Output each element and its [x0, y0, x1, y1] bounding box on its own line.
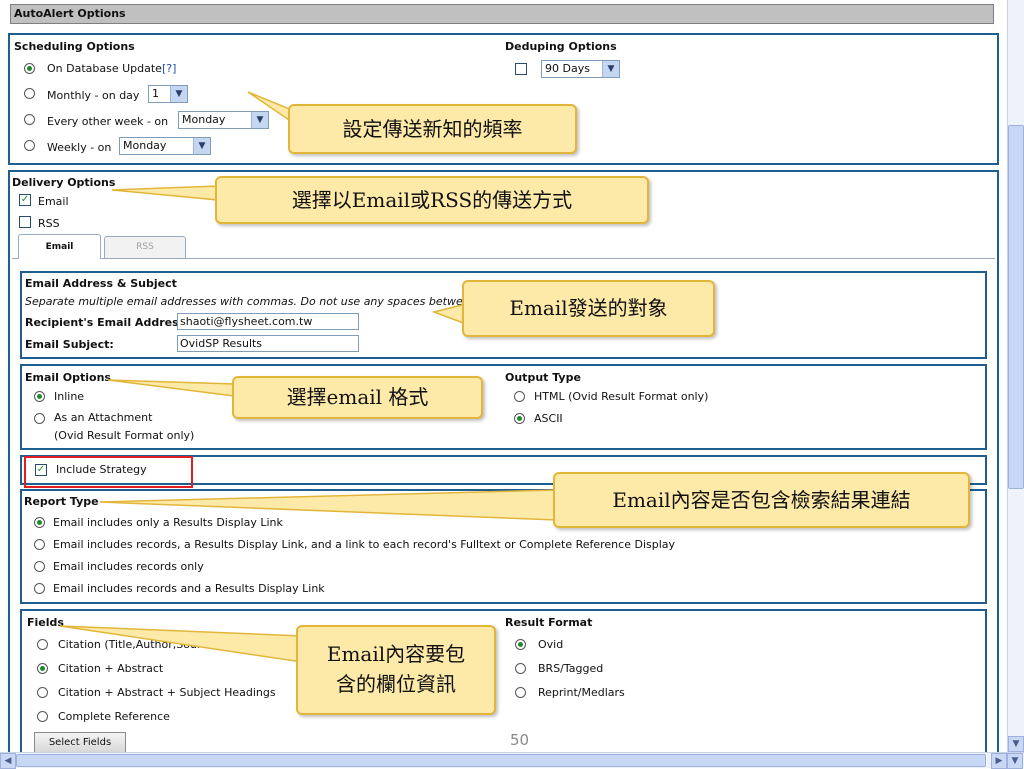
scroll-right-icon[interactable]: ▶ [991, 753, 1007, 769]
callout-frequency: 設定傳送新知的頻率 [288, 104, 577, 154]
callout-pointer-6 [59, 625, 303, 663]
horizontal-scroll-thumb[interactable] [16, 754, 986, 767]
callout-pointer-4 [107, 379, 235, 397]
callout-report-link: Email內容是否包含檢索結果連結 [553, 472, 970, 528]
vertical-scroll-thumb[interactable] [1008, 125, 1024, 489]
callout-email-format: 選擇email 格式 [232, 376, 483, 419]
callout-recipient: Email發送的對象 [462, 280, 715, 337]
callout-fields-line1: Email內容要包 [326, 642, 466, 666]
horizontal-scrollbar[interactable]: ◀ ▶ ▼ [0, 752, 1024, 769]
callout-pointer-1 [247, 91, 293, 124]
callout-fields-line2: 含的欄位資訊 [336, 672, 456, 696]
scroll-left-icon[interactable]: ◀ [0, 753, 16, 769]
scroll-down-icon[interactable]: ▼ [1008, 736, 1024, 752]
scroll-down-corner-icon[interactable]: ▼ [1007, 753, 1023, 769]
callout-pointer-2 [111, 185, 219, 201]
callout-pointer-5 [99, 489, 558, 521]
callout-fields: Email內容要包 含的欄位資訊 [296, 625, 496, 715]
page-number: 50 [510, 731, 530, 749]
vertical-scrollbar[interactable]: ▼ [1007, 0, 1024, 752]
callout-delivery: 選擇以Email或RSS的傳送方式 [215, 176, 649, 224]
